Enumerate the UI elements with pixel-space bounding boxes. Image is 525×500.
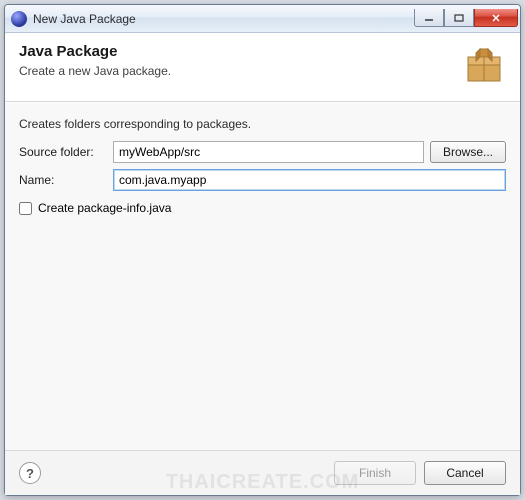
- app-icon: [11, 11, 27, 27]
- finish-button[interactable]: Finish: [334, 461, 416, 485]
- window-title: New Java Package: [33, 12, 414, 26]
- header-panel: Java Package Create a new Java package.: [5, 33, 520, 102]
- dialog-window: New Java Package Java Package Create a n…: [4, 4, 521, 496]
- content-area: Creates folders corresponding to package…: [5, 102, 520, 450]
- cancel-button[interactable]: Cancel: [424, 461, 506, 485]
- header-subtitle: Create a new Java package.: [19, 64, 171, 78]
- browse-button[interactable]: Browse...: [430, 141, 506, 163]
- name-label: Name:: [19, 173, 107, 187]
- close-button[interactable]: [474, 9, 518, 27]
- titlebar[interactable]: New Java Package: [5, 5, 520, 33]
- package-info-row: Create package-info.java: [19, 201, 506, 215]
- name-row: Name:: [19, 169, 506, 191]
- package-icon: [462, 43, 506, 87]
- source-folder-input[interactable]: [113, 141, 424, 163]
- window-buttons: [414, 10, 518, 27]
- help-button[interactable]: ?: [19, 462, 41, 484]
- source-folder-label: Source folder:: [19, 145, 107, 159]
- minimize-button[interactable]: [414, 9, 444, 27]
- create-package-info-label[interactable]: Create package-info.java: [38, 201, 171, 215]
- source-folder-row: Source folder: Browse...: [19, 141, 506, 163]
- header-title: Java Package: [19, 43, 171, 60]
- create-package-info-checkbox[interactable]: [19, 202, 32, 215]
- name-input[interactable]: [113, 169, 506, 191]
- maximize-button[interactable]: [444, 9, 474, 27]
- hint-text: Creates folders corresponding to package…: [19, 117, 506, 131]
- footer: ? Finish Cancel: [5, 450, 520, 495]
- help-icon: ?: [26, 466, 34, 481]
